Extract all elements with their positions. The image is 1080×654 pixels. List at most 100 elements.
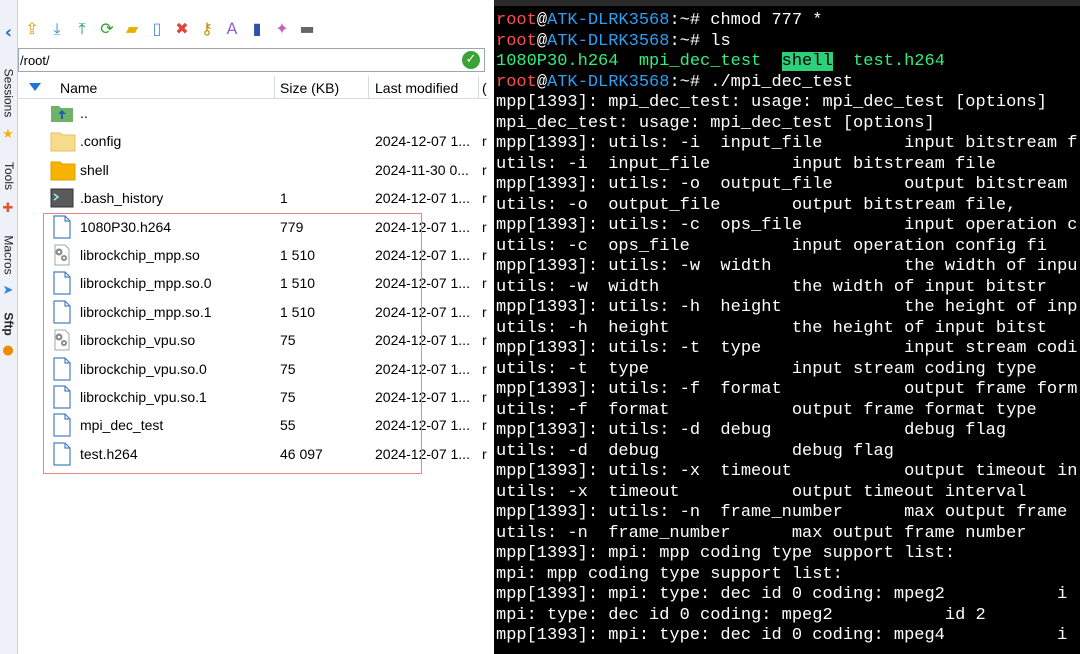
file-modified: 2024-12-07 1...	[375, 303, 470, 320]
tools-icon: ✚	[2, 201, 14, 216]
console-icon[interactable]: ▬	[296, 18, 318, 40]
prompt-tail: :~#	[669, 72, 711, 92]
refresh-icon[interactable]: ⟳	[96, 18, 118, 40]
ls-gap	[833, 52, 853, 71]
prompt-at: @	[536, 11, 548, 30]
terminal-output-line: utils: -w width the width of input bitst…	[496, 277, 1047, 297]
file-extra-cell: r	[482, 417, 487, 434]
file-name: librockchip_mpp.so	[80, 247, 200, 263]
column-size[interactable]: Size (KB)	[280, 79, 339, 97]
file-modified: 2024-12-07 1...	[375, 218, 470, 235]
path-ok-icon[interactable]: ✓	[462, 51, 480, 69]
column-separator[interactable]	[368, 76, 369, 98]
tab-macros[interactable]: Macros	[0, 226, 17, 284]
terminal-output-line: mpp[1393]: utils: -h height the height o…	[496, 298, 1078, 317]
file-row[interactable]: .config 2024-12-07 1... r	[18, 127, 489, 155]
prompt-user: root	[496, 11, 537, 30]
file-row[interactable]: 1080P30.h264 779 2024-12-07 1... r	[18, 213, 489, 241]
path-input[interactable]	[20, 51, 460, 69]
terminal-output-line: mpp[1393]: utils: -i input_file input bi…	[496, 134, 1078, 153]
sort-descending-icon[interactable]	[29, 83, 41, 91]
prompt-at: @	[536, 31, 548, 51]
terminal-output-line: mpi_dec_test: usage: mpi_dec_test [optio…	[496, 113, 935, 133]
file-size: 1 510	[280, 247, 316, 263]
column-separator[interactable]	[478, 76, 479, 98]
file-modified: 2024-12-07 1...	[375, 389, 470, 405]
terminal[interactable]: root@ATK-DLRK3568:~# chmod 777 * root@ATK…	[494, 0, 1080, 654]
terminal-output-line: mpp[1393]: mpi_dec_test: usage: mpi_dec_…	[496, 93, 1047, 112]
tab-tools[interactable]: Tools	[0, 152, 17, 200]
file-modified: 2024-12-07 1...	[375, 133, 470, 150]
column-extra[interactable]: (	[482, 79, 487, 97]
terminal-output-line: mpp[1393]: utils: -f format output frame…	[496, 380, 1078, 399]
tab-sessions-label: Sessions	[1, 68, 16, 118]
column-last-modified[interactable]: Last modified	[375, 79, 458, 97]
file-icon	[50, 385, 74, 409]
file-row[interactable]: test.h264 46 097 2024-12-07 1... r	[18, 440, 489, 468]
delete-icon[interactable]: ✖	[171, 18, 193, 40]
file-row[interactable]: ..	[18, 99, 489, 127]
terminal-output-line: utils: -x timeout output timeout interva…	[496, 482, 1037, 502]
file-extra-cell: r	[482, 332, 487, 349]
file-row[interactable]: librockchip_vpu.so.1 75 2024-12-07 1... r	[18, 383, 489, 411]
terminal-output-line: utils: -d debug debug flag	[496, 441, 894, 461]
upload-icon[interactable]: ⤒	[71, 18, 93, 40]
file-modified: 2024-12-07 1...	[375, 360, 470, 377]
file-modified: 2024-12-07 1...	[375, 417, 470, 434]
upload-folder-icon[interactable]: ⇪	[21, 18, 43, 40]
rename-icon[interactable]: A	[221, 18, 243, 40]
new-file-icon[interactable]: ▯	[146, 18, 168, 40]
sftp-icon: ●	[2, 343, 14, 358]
file-row[interactable]: librockchip_mpp.so.0 1 510 2024-12-07 1...…	[18, 269, 489, 297]
wand-icon[interactable]: ✦	[271, 18, 293, 40]
file-list-header: Name Size (KB) Last modified (	[18, 76, 489, 99]
file-row[interactable]: librockchip_vpu.so 75 2024-12-07 1... r	[18, 326, 489, 354]
download-icon[interactable]: ⤓	[46, 18, 68, 40]
new-folder-icon[interactable]: ▰	[121, 18, 143, 40]
terminal-output-line: mpp[1393]: utils: -o output_file output …	[496, 175, 1078, 194]
prompt-user: root	[496, 72, 537, 92]
file-row[interactable]: librockchip_mpp.so.1 1 510 2024-12-07 1...…	[18, 298, 489, 326]
command-text: chmod 777 *	[710, 11, 823, 30]
terminal-output-line: utils: -o output_file output bitstream f…	[496, 195, 1017, 215]
file-row[interactable]: librockchip_vpu.so.0 75 2024-12-07 1... r	[18, 355, 489, 383]
ls-entry: 1080P30.h264	[496, 52, 619, 71]
file-row[interactable]: mpi_dec_test 55 2024-12-07 1... r	[18, 411, 489, 439]
folder-light-icon	[50, 129, 76, 153]
file-icon	[50, 356, 74, 381]
ls-gap	[761, 52, 781, 71]
prompt-at: @	[536, 72, 548, 92]
file-size: 75	[280, 332, 296, 349]
file-row[interactable]: librockchip_mpp.so 1 510 2024-12-07 1... r	[18, 241, 489, 269]
tab-sessions[interactable]: Sessions	[0, 62, 17, 124]
terminal-file-icon	[50, 186, 74, 210]
ls-gap	[618, 52, 638, 71]
collapse-chevron-icon[interactable]: ‹	[1, 24, 16, 42]
column-name[interactable]: Name	[60, 79, 97, 97]
column-separator[interactable]	[274, 76, 275, 98]
file-row[interactable]: shell 2024-11-30 0... r	[18, 156, 489, 184]
terminal-output-line: utils: -t type input stream coding type	[496, 359, 1047, 379]
file-name: mpi_dec_test	[80, 417, 164, 434]
terminal-output-line: mpp[1393]: utils: -w width the width of …	[496, 257, 1078, 276]
file-extra-cell: r	[482, 218, 487, 235]
file-name: librockchip_vpu.so	[80, 332, 196, 349]
terminal-output-line: mpi: mpp coding type support list:	[496, 564, 843, 584]
tab-sftp-label: Sftp	[1, 312, 16, 336]
tab-sftp[interactable]: Sftp	[0, 304, 17, 344]
file-size: 1	[280, 190, 288, 207]
file-row[interactable]: .bash_history 1 2024-12-07 1... r	[18, 184, 489, 212]
permissions-icon[interactable]: ⚷	[196, 18, 218, 40]
file-size: 46 097	[280, 445, 323, 462]
file-size: 55	[280, 417, 296, 434]
prompt-user: root	[496, 31, 537, 51]
file-extra-cell: r	[482, 247, 487, 263]
file-name: .bash_history	[80, 190, 164, 207]
file-extra-cell: r	[482, 161, 487, 178]
ls-entry: mpi_dec_test	[638, 52, 762, 71]
folder-icon	[50, 158, 76, 182]
terminal-follow-icon[interactable]: ▮	[246, 18, 268, 40]
prompt-host: ATK-DLRK3568	[547, 31, 670, 51]
terminal-ls-output: 1080P30.h264 mpi_dec_test shell test.h26…	[496, 52, 945, 72]
file-name: shell	[80, 161, 109, 178]
